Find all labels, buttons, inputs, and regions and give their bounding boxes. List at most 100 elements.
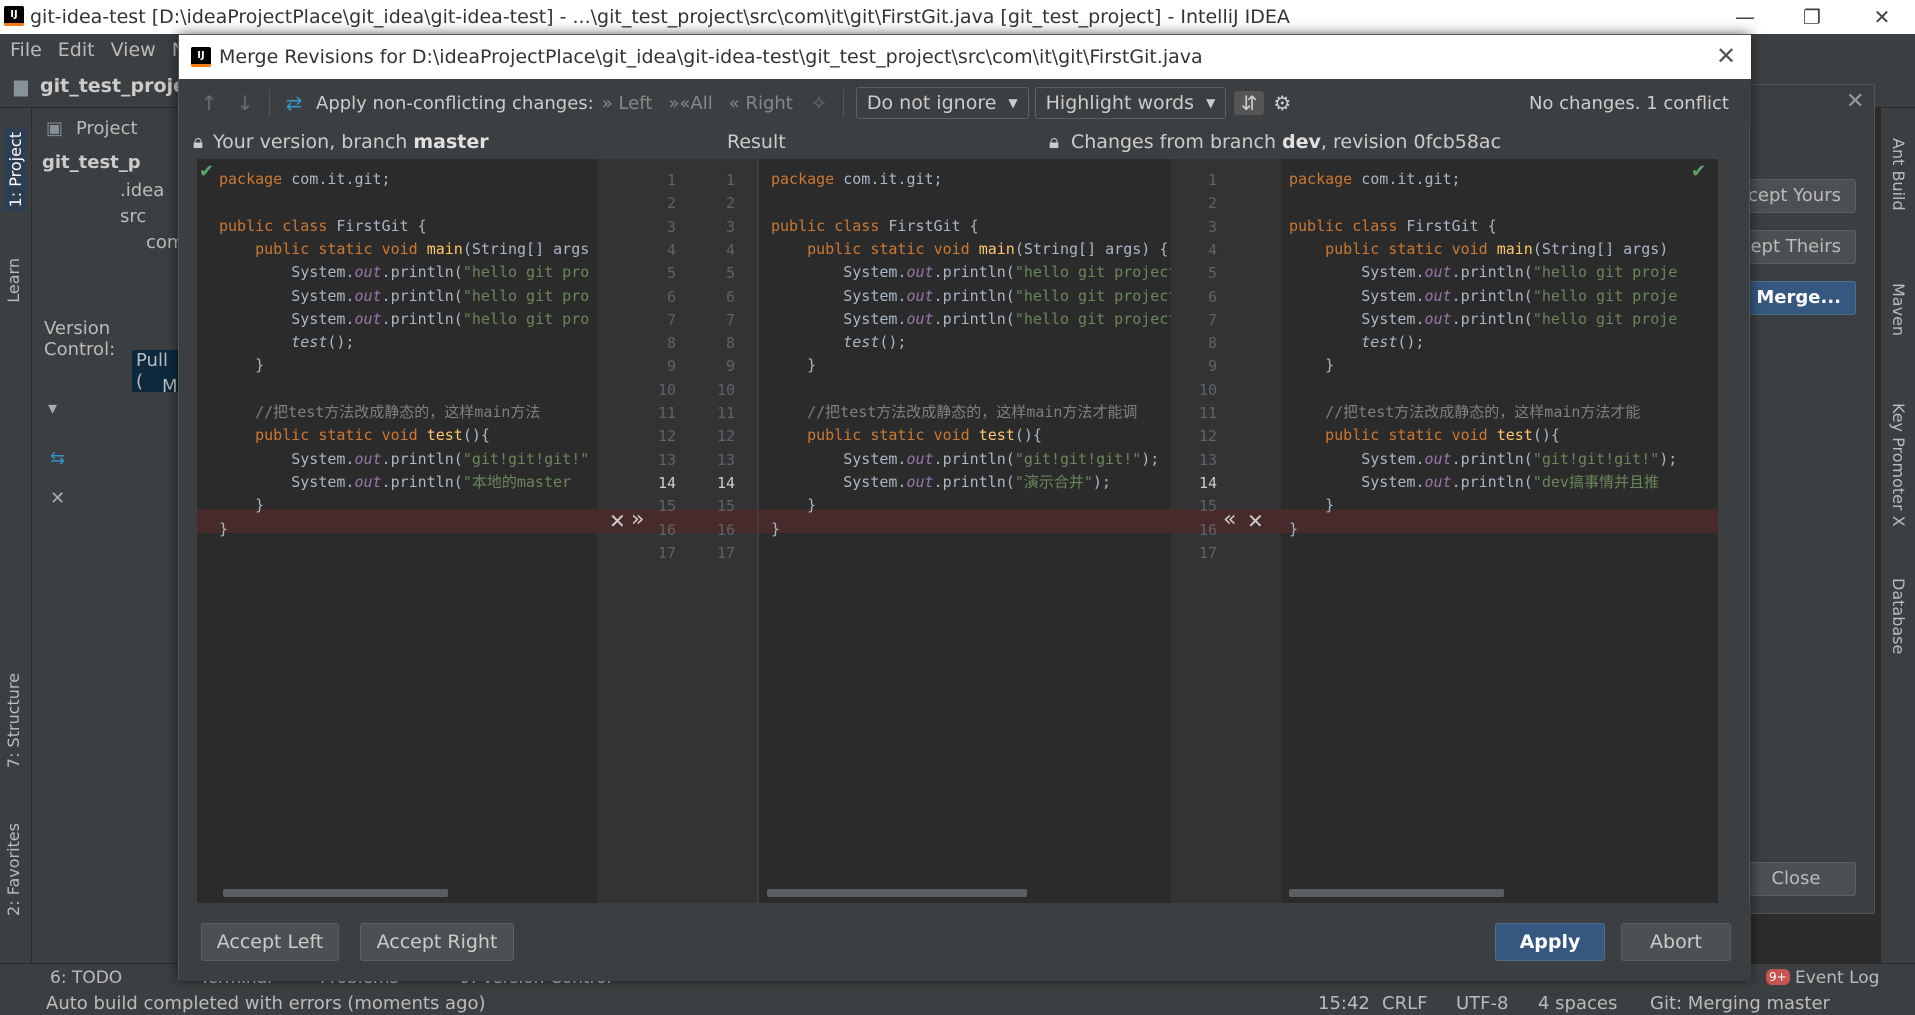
left-editor[interactable]: ✔ package com.it.git; public class FirstG… xyxy=(197,159,597,903)
double-right-arrow-icon: » xyxy=(601,92,613,114)
merge-revisions-dialog: IJ Merge Revisions for D:\ideaProjectPla… xyxy=(178,34,1751,981)
status-line-separator[interactable]: CRLF xyxy=(1382,993,1427,1014)
right-editor[interactable]: ✔ package com.it.git; public class FirstG… xyxy=(1281,159,1718,903)
tab-event-log[interactable]: Event Log xyxy=(1795,968,1879,988)
tab-todo[interactable]: 6: TODO xyxy=(50,968,122,988)
menu-edit[interactable]: Edit xyxy=(58,39,95,61)
code-line: public static void test(){ xyxy=(807,426,1042,445)
menu-file[interactable]: File xyxy=(10,39,42,61)
vc-tree-item[interactable]: M xyxy=(162,376,178,397)
code-line: package com.it.git; xyxy=(1289,170,1461,188)
status-caret-position[interactable]: 15:42 xyxy=(1318,993,1370,1014)
restore-icon[interactable]: ❐ xyxy=(1782,0,1842,34)
dialog-intellij-icon: IJ xyxy=(191,47,211,67)
line-number: 3 xyxy=(666,217,676,236)
conflicts-dialog: ✕ ccept Yours cept Theirs Merge... Close xyxy=(1736,84,1875,914)
code-line: } xyxy=(219,356,265,375)
code-line: package com.it.git; xyxy=(219,170,391,188)
line-number: 4 xyxy=(725,240,735,259)
code-line: System.out.println("本地的master xyxy=(219,472,572,491)
code-line: System.out.println("hello git project xyxy=(771,286,1171,305)
close-window-icon[interactable]: ✕ xyxy=(1852,0,1912,34)
accept-theirs-button[interactable]: cept Theirs xyxy=(1736,230,1856,264)
code-line: System.out.println("git!git!git!"); xyxy=(1289,449,1678,468)
abort-button[interactable]: Abort xyxy=(1621,923,1731,961)
status-message[interactable]: Auto build completed with errors (moment… xyxy=(46,993,486,1014)
left-tool-strip: 1: Project Learn 7: Structure 2: Favorit… xyxy=(0,108,32,963)
line-number: 9 xyxy=(725,357,735,376)
code-line: //把test方法改成静态的，这样main方法才能调 xyxy=(807,403,1138,421)
next-diff-icon[interactable]: ↓ xyxy=(227,91,263,115)
project-panel-title[interactable]: Project xyxy=(76,118,138,139)
tab-key-promoter[interactable]: Key Promoter X xyxy=(1889,403,1908,527)
code-line: public static void test(){ xyxy=(255,426,490,445)
accept-right-button[interactable]: Accept Right xyxy=(360,923,514,961)
tab-database[interactable]: Database xyxy=(1889,578,1908,654)
whitespace-ignore-combo[interactable]: Do not ignore ▼ xyxy=(855,87,1029,119)
tab-favorites[interactable]: 2: Favorites xyxy=(4,823,23,916)
conflicts-close-icon[interactable]: ✕ xyxy=(1846,89,1864,114)
event-log-badge: 9+ xyxy=(1766,969,1790,985)
apply-right-link[interactable]: « Right xyxy=(729,93,793,114)
right-header-suffix: , revision 0fcb58ac xyxy=(1320,131,1502,153)
status-git-branch[interactable]: Git: Merging master xyxy=(1650,993,1830,1014)
project-panel: ▣ Project git_test_p .idea src com Versi… xyxy=(32,108,184,963)
code-line: System.out.println("hello git proje xyxy=(1289,263,1678,282)
tab-ant-build[interactable]: Ant Build xyxy=(1889,138,1908,211)
right-tool-strip: Ant Build Maven Key Promoter X Database xyxy=(1880,108,1915,963)
apply-right-arrow-icon[interactable]: « xyxy=(1223,507,1236,532)
code-line: System.out.println("hello git proje xyxy=(1289,309,1678,328)
apply-button[interactable]: Apply xyxy=(1495,923,1605,961)
apply-left-arrow-icon[interactable]: » xyxy=(631,507,644,532)
tab-learn[interactable]: Learn xyxy=(4,258,23,303)
result-editor[interactable]: package com.it.git; public class FirstGit… xyxy=(759,159,1171,903)
sync-scroll-icon[interactable]: ⇵ xyxy=(1234,91,1265,115)
line-number: 3 xyxy=(725,217,735,236)
tree-item-idea[interactable]: .idea xyxy=(120,180,164,201)
accept-left-button[interactable]: Accept Left xyxy=(201,923,339,961)
conflicts-close-button[interactable]: Close xyxy=(1736,862,1856,896)
code-line: System.out.println("hello git pro xyxy=(219,286,590,305)
vc-filter-icon[interactable]: ▾ xyxy=(48,398,57,419)
line-number: 2 xyxy=(725,194,735,213)
minimize-icon[interactable]: — xyxy=(1715,0,1775,34)
line-number: 7 xyxy=(725,310,735,329)
accept-yours-button[interactable]: ccept Yours xyxy=(1736,179,1856,213)
ignore-right-icon[interactable]: ✕ xyxy=(1247,509,1264,533)
apply-all-link[interactable]: »«All xyxy=(668,93,712,114)
lock-icon-right: 🔒︎ xyxy=(1049,131,1060,153)
right-scrollbar[interactable] xyxy=(1289,889,1504,897)
project-folder-icon: ▆ xyxy=(14,76,28,97)
line-number: 17 xyxy=(716,543,735,562)
code-line: System.out.println("dev搞事情并且推 xyxy=(1289,472,1659,491)
ignore-left-icon[interactable]: ✕ xyxy=(609,509,626,533)
apply-left-link[interactable]: » Left xyxy=(602,93,653,114)
highlight-combo[interactable]: Highlight words ▼ xyxy=(1034,87,1227,119)
tab-project[interactable]: 1: Project xyxy=(4,128,27,212)
line-number: 6 xyxy=(725,287,735,306)
magic-wand-icon[interactable]: ✧ xyxy=(801,91,837,115)
status-indent[interactable]: 4 spaces xyxy=(1538,993,1617,1014)
previous-diff-icon[interactable]: ↑ xyxy=(191,91,227,115)
code-line: System.out.println("hello git proje xyxy=(1289,286,1678,305)
line-number: 5 xyxy=(725,264,735,283)
code-line: System.out.println("演示合并"); xyxy=(771,472,1111,491)
conflict-highlight-result xyxy=(759,509,1171,533)
result-scrollbar[interactable] xyxy=(767,889,1027,897)
menu-view[interactable]: View xyxy=(111,39,156,61)
tab-structure[interactable]: 7: Structure xyxy=(4,673,23,768)
merge-arrows-icon[interactable]: ⇄ xyxy=(276,91,312,115)
dialog-close-icon[interactable]: ✕ xyxy=(1711,41,1741,71)
line-number: 16 xyxy=(716,520,735,539)
vc-merge-icon[interactable]: ⇆ xyxy=(50,448,65,469)
status-bar: Auto build completed with errors (moment… xyxy=(0,993,1915,1015)
tree-item-src[interactable]: src xyxy=(120,206,146,227)
tree-item-root[interactable]: git_test_p xyxy=(42,152,141,173)
left-scrollbar[interactable] xyxy=(223,889,448,897)
gear-icon[interactable]: ⚙ xyxy=(1264,91,1300,115)
merge-button[interactable]: Merge... xyxy=(1736,281,1856,315)
line-number: 1 xyxy=(725,171,735,189)
tab-maven[interactable]: Maven xyxy=(1889,283,1908,336)
vc-close-icon[interactable]: ✕ xyxy=(50,488,65,509)
status-encoding[interactable]: UTF-8 xyxy=(1456,993,1508,1014)
